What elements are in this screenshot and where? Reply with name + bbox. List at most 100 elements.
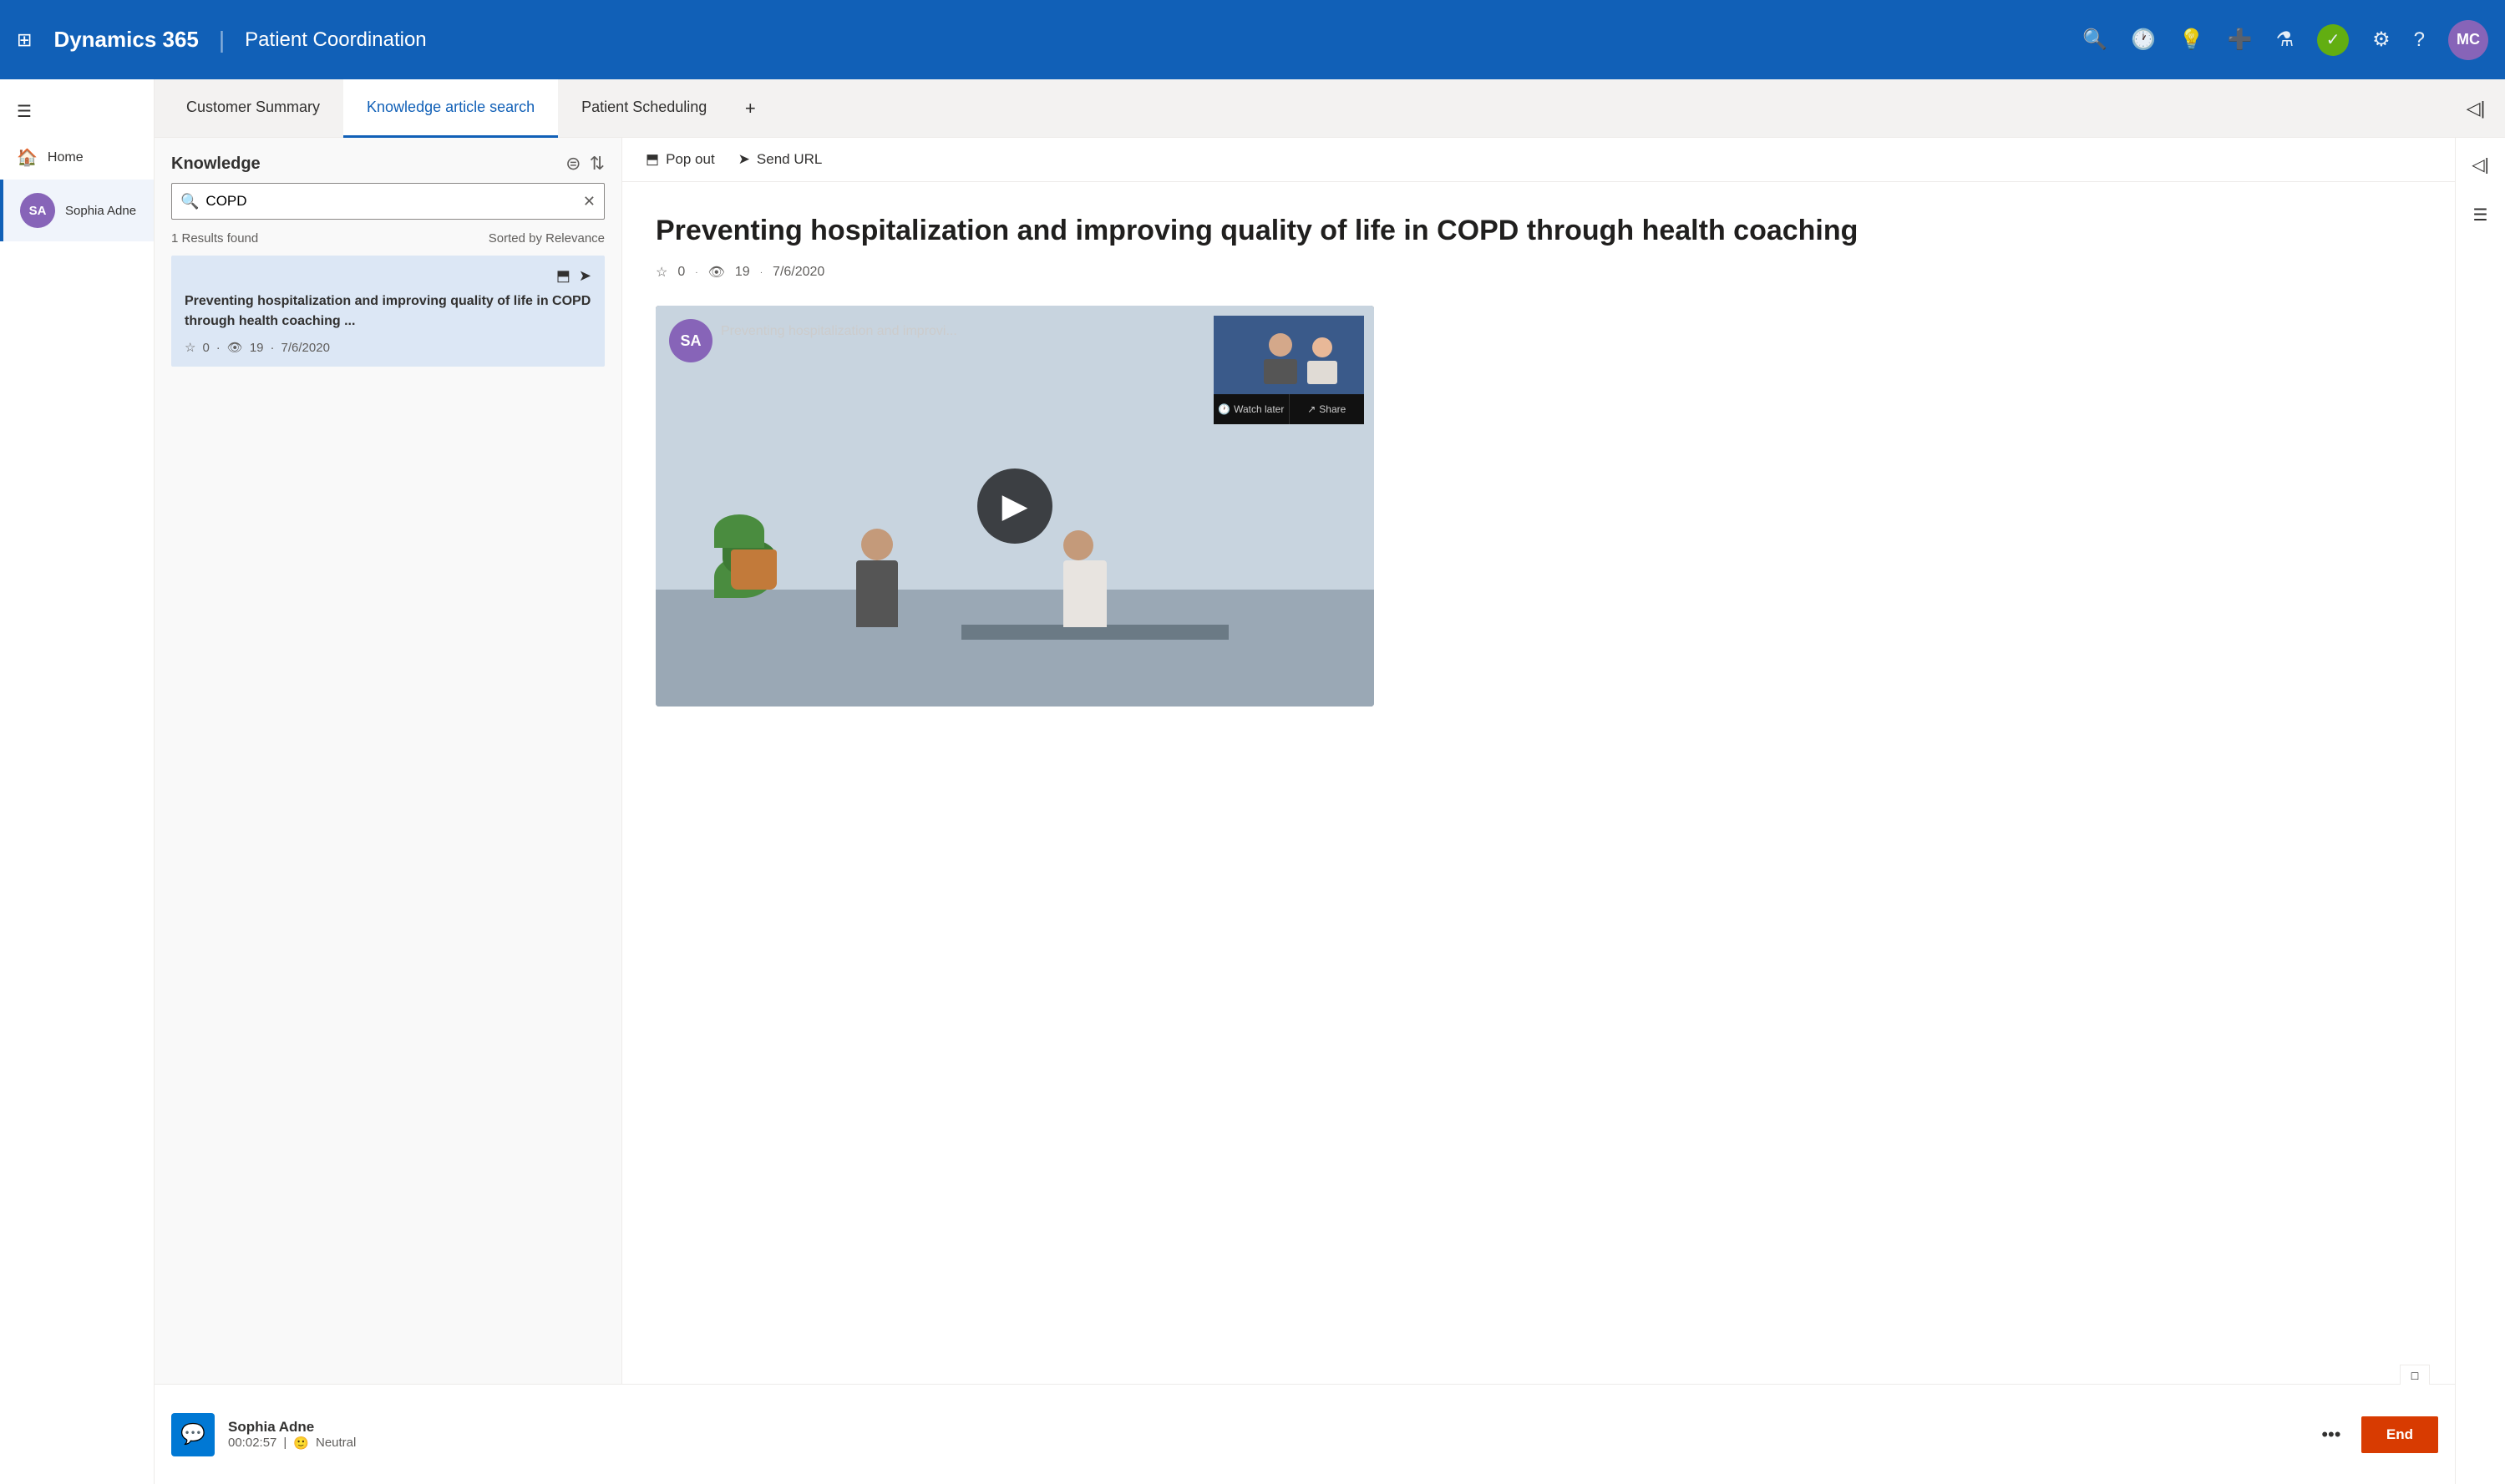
collapse-panel-button[interactable]: ◁| <box>2455 88 2497 129</box>
article-detail-title: Preventing hospitalization and improving… <box>656 212 2421 249</box>
tab-customer-summary[interactable]: Customer Summary <box>163 79 343 138</box>
search-icon[interactable]: 🔍 <box>2082 28 2107 52</box>
tab-patient-scheduling[interactable]: Patient Scheduling <box>558 79 730 138</box>
more-options-button[interactable]: ••• <box>2315 1418 2348 1451</box>
nav-icons-group: 🔍 🕐 💡 ➕ ⚗ ✓ ⚙ ? MC <box>2082 20 2488 60</box>
patient-figure <box>856 529 898 627</box>
list-view-button[interactable]: ☰ <box>2462 196 2499 233</box>
sidebar-home-label: Home <box>48 150 84 165</box>
chat-icon: 💬 <box>171 1413 215 1456</box>
knowledge-panel-title: Knowledge <box>171 154 557 174</box>
popout-button[interactable]: ⬒ Pop out <box>646 151 715 168</box>
plus-icon[interactable]: ➕ <box>2228 28 2253 52</box>
tabs-bar: Customer Summary Knowledge article searc… <box>155 79 2505 138</box>
video-sa-avatar: SA <box>669 319 712 362</box>
detail-eye-icon: 👁 <box>708 264 725 281</box>
user-name-label: Sophia Adne <box>65 204 136 218</box>
waffle-menu-icon[interactable]: ⊞ <box>17 29 32 51</box>
star-icon: ☆ <box>185 340 195 355</box>
article-card[interactable]: ⬒ ➤ Preventing hospitalization and impro… <box>171 256 605 367</box>
session-contact-name: Sophia Adne <box>228 1419 2301 1436</box>
watch-later-button[interactable]: 🕐 Watch later <box>1214 394 1290 424</box>
help-icon[interactable]: ? <box>2414 28 2425 52</box>
article-card-title: Preventing hospitalization and improving… <box>185 291 591 332</box>
sentiment-icon: 🙂 <box>293 1436 309 1451</box>
collapse-right-button[interactable]: ◁| <box>2462 146 2499 183</box>
article-card-meta: ☆ 0 · 👁 19 · 7/6/2020 <box>185 340 591 355</box>
add-tab-button[interactable]: + <box>730 89 770 129</box>
sort-icon[interactable]: ⇅ <box>590 153 605 175</box>
results-count: 1 Results found <box>171 231 258 246</box>
session-expand-button[interactable]: □ <box>2400 1365 2430 1385</box>
knowledge-search-box[interactable]: 🔍 ✕ <box>171 183 605 220</box>
end-session-button[interactable]: End <box>2361 1416 2438 1453</box>
article-date: 7/6/2020 <box>281 341 330 355</box>
session-duration: 00:02:57 <box>228 1436 276 1450</box>
module-title: Patient Coordination <box>245 28 426 52</box>
sentiment-label: Neutral <box>316 1436 356 1450</box>
send-url-button[interactable]: ➤ Send URL <box>738 151 823 168</box>
knowledge-panel: Knowledge ⊜ ⇅ 🔍 ✕ 1 Results found Sorted… <box>155 138 622 1484</box>
session-bar: □ 💬 Sophia Adne 00:02:57 | 🙂 Neutral •••… <box>155 1384 2455 1484</box>
clock-small-icon: 🕐 <box>1218 403 1230 415</box>
app-title: Dynamics 365 <box>53 27 198 53</box>
session-actions: ••• End <box>2315 1416 2438 1453</box>
session-time: 00:02:57 | 🙂 Neutral <box>228 1436 2301 1451</box>
send-url-label: Send URL <box>757 151 822 168</box>
watch-later-label: Watch later <box>1234 403 1284 415</box>
article-action-icons: ⬒ ➤ <box>185 267 591 285</box>
send-url-icon: ➤ <box>738 151 750 168</box>
filter-icon[interactable]: ⊜ <box>565 153 581 175</box>
right-sidebar: ◁| ☰ <box>2455 138 2505 1484</box>
video-player[interactable]: SA Preventing hospitalization and improv… <box>656 306 1374 707</box>
clock-icon[interactable]: 🕐 <box>2131 28 2156 52</box>
tab-knowledge-article-search[interactable]: Knowledge article search <box>343 79 558 138</box>
sidebar-item-home[interactable]: 🏠 Home <box>0 135 154 180</box>
knowledge-search-input[interactable] <box>199 193 582 210</box>
article-send-icon[interactable]: ➤ <box>579 267 591 285</box>
results-info: 1 Results found Sorted by Relevance <box>155 231 621 256</box>
article-stars: 0 <box>202 341 209 355</box>
split-content: Knowledge ⊜ ⇅ 🔍 ✕ 1 Results found Sorted… <box>155 138 2505 1484</box>
popout-icon: ⬒ <box>646 151 659 168</box>
detail-date: 7/6/2020 <box>773 265 824 280</box>
session-info: Sophia Adne 00:02:57 | 🙂 Neutral <box>228 1419 2301 1451</box>
detail-views: 19 <box>735 265 750 280</box>
video-overlay-box: 🕐 Watch later ↗ Share <box>1214 316 1364 424</box>
share-button[interactable]: ↗ Share <box>1290 394 1365 424</box>
check-circle-icon[interactable]: ✓ <box>2317 24 2349 56</box>
video-title-overlay: Preventing hospitalization and improvi..… <box>721 324 957 339</box>
video-overlay-controls: 🕐 Watch later ↗ Share <box>1214 394 1364 424</box>
scene-plant <box>731 550 777 590</box>
popout-label: Pop out <box>666 151 715 168</box>
eye-icon: 👁 <box>227 340 243 355</box>
video-thumbnail-preview <box>1214 316 1364 394</box>
clear-search-icon[interactable]: ✕ <box>583 193 596 210</box>
knowledge-panel-header: Knowledge ⊜ ⇅ <box>155 138 621 183</box>
sort-label: Sorted by Relevance <box>489 231 605 246</box>
lightbulb-icon[interactable]: 💡 <box>2179 28 2204 52</box>
user-initials-avatar: SA <box>20 193 55 228</box>
funnel-icon[interactable]: ⚗ <box>2276 28 2295 52</box>
main-layout: ☰ 🏠 Home SA Sophia Adne Customer Summary… <box>0 79 2505 1484</box>
detail-star-icon: ☆ <box>656 264 667 281</box>
user-avatar[interactable]: MC <box>2448 20 2488 60</box>
sidebar: ☰ 🏠 Home SA Sophia Adne <box>0 79 155 1484</box>
play-button[interactable]: ▶ <box>977 468 1052 544</box>
article-detail-content: Preventing hospitalization and improving… <box>622 182 2455 1484</box>
top-navigation: ⊞ Dynamics 365 | Patient Coordination 🔍 … <box>0 0 2505 79</box>
home-icon: 🏠 <box>17 147 38 168</box>
hamburger-menu[interactable]: ☰ <box>0 88 154 135</box>
article-detail-meta: ☆ 0 · 👁 19 · 7/6/2020 <box>656 264 2421 281</box>
share-label: Share <box>1319 403 1346 415</box>
nav-separator: | <box>219 27 225 53</box>
settings-icon[interactable]: ⚙ <box>2372 28 2391 52</box>
video-scene: SA Preventing hospitalization and improv… <box>656 306 1374 707</box>
scene-floor <box>656 590 1374 707</box>
article-detail-panel: ⬒ Pop out ➤ Send URL Preventing hospital… <box>622 138 2455 1484</box>
article-popout-icon[interactable]: ⬒ <box>556 267 570 285</box>
user-card[interactable]: SA Sophia Adne <box>0 180 154 241</box>
content-area: Customer Summary Knowledge article searc… <box>155 79 2505 1484</box>
doctor-figure <box>1063 530 1107 627</box>
article-detail-toolbar: ⬒ Pop out ➤ Send URL <box>622 138 2455 182</box>
